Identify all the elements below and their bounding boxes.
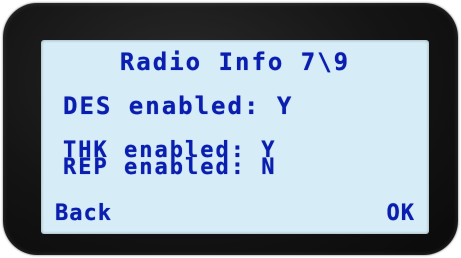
des-enabled-row: DES enabled: Y <box>63 94 293 118</box>
rep-enabled-row: REP enabled: N <box>63 157 276 179</box>
device-bezel: Radio Info 7\9 DES enabled: Y THK enable… <box>3 3 458 255</box>
des-enabled-label: DES enabled: <box>63 92 261 120</box>
ok-softkey[interactable]: OK <box>387 203 416 225</box>
lcd-screen: Radio Info 7\9 DES enabled: Y THK enable… <box>41 40 429 234</box>
rep-enabled-label: REP enabled: <box>63 155 246 180</box>
back-softkey[interactable]: Back <box>55 203 112 225</box>
rep-enabled-value: N <box>261 155 277 180</box>
des-enabled-value: Y <box>276 92 294 120</box>
screen-title: Radio Info 7\9 <box>119 48 351 76</box>
